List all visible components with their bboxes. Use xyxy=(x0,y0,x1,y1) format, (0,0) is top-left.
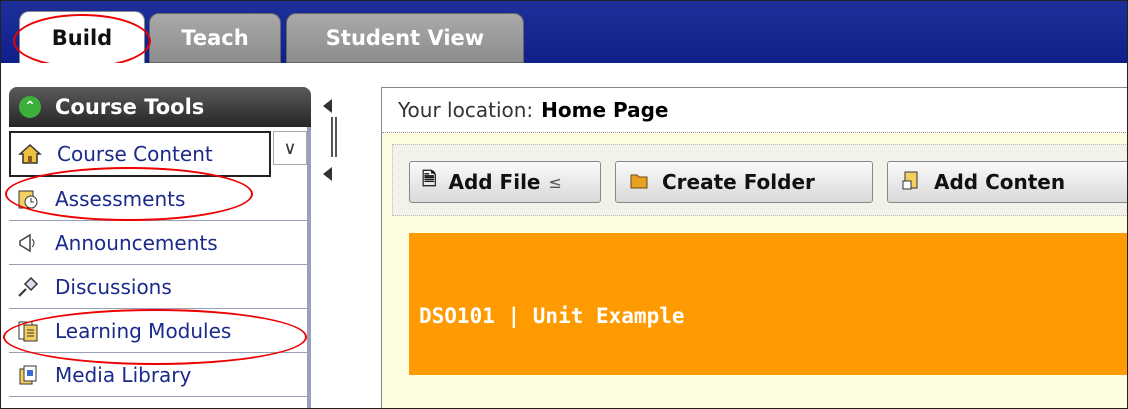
add-file-button[interactable]: 🗎 Add File ≤ xyxy=(409,161,601,203)
sidebar-item-media-library[interactable]: Media Library xyxy=(9,353,311,397)
pin-icon xyxy=(15,274,41,300)
course-banner: DSO101 | Unit Example xyxy=(409,233,1127,375)
sidebar-item-label: Learning Modules xyxy=(55,318,232,343)
megaphone-icon xyxy=(15,230,41,256)
sidebar-item-announcements[interactable]: Announcements xyxy=(9,221,311,265)
dropdown-icon: ≤ xyxy=(548,172,562,192)
banner-title: DSO101 | Unit Example xyxy=(419,304,685,328)
add-content-icon xyxy=(900,169,922,196)
location-value: Home Page xyxy=(541,98,669,122)
breadcrumb: Your location: Home Page xyxy=(382,88,1127,133)
sidebar-item-label: Discussions xyxy=(55,274,172,299)
collapse-left-icon[interactable] xyxy=(323,99,332,113)
sidebar-edge xyxy=(307,127,311,408)
create-folder-button[interactable]: Create Folder xyxy=(615,161,873,203)
add-content-button[interactable]: Add Conten xyxy=(887,161,1127,203)
add-content-label: Add Conten xyxy=(934,170,1066,194)
modules-icon xyxy=(15,318,41,344)
sidebar-item-label: Media Library xyxy=(55,362,192,387)
top-tab-bar: Build Teach Student View xyxy=(1,1,1127,68)
course-tools-sidebar: ⌃ Course Tools Course Content ∨ Assessme… xyxy=(3,87,311,408)
tab-teach[interactable]: Teach xyxy=(149,13,281,63)
collapse-up-icon[interactable]: ⌃ xyxy=(19,96,41,118)
media-icon xyxy=(15,362,41,388)
tab-underline xyxy=(1,63,1127,83)
sidebar-item-discussions[interactable]: Discussions xyxy=(9,265,311,309)
sidebar-item-assessments[interactable]: Assessments xyxy=(9,177,311,221)
app-window: Build Teach Student View ⌃ Course Tools … xyxy=(0,0,1128,409)
home-icon xyxy=(17,141,43,167)
add-file-label: Add File xyxy=(448,170,541,194)
create-folder-label: Create Folder xyxy=(662,170,815,194)
folder-icon xyxy=(628,169,650,196)
location-label: Your location: xyxy=(398,98,534,122)
assessment-icon xyxy=(15,186,41,212)
sidebar-item-label: Assessments xyxy=(55,186,186,211)
course-tools-header[interactable]: ⌃ Course Tools xyxy=(9,87,311,127)
double-chevron-down-icon: ∨ xyxy=(283,137,297,159)
sidebar-item-learning-modules[interactable]: Learning Modules xyxy=(9,309,311,353)
course-tools-title: Course Tools xyxy=(55,95,205,119)
content-area: Your location: Home Page 🗎 Add File ≤ Cr… xyxy=(381,87,1127,408)
sidebar-item-label: Course Content xyxy=(57,142,213,166)
tab-student-view[interactable]: Student View xyxy=(286,13,524,63)
sidebar-item-course-content[interactable]: Course Content xyxy=(9,131,271,177)
tab-build[interactable]: Build xyxy=(19,11,145,63)
content-toolbar: 🗎 Add File ≤ Create Folder Add Conten xyxy=(392,144,1127,216)
file-icon: 🗎 xyxy=(422,169,437,190)
expand-chevron-button[interactable]: ∨ xyxy=(273,131,307,165)
resize-handle[interactable] xyxy=(331,117,337,157)
sidebar-item-label: Announcements xyxy=(55,230,218,255)
collapse-left-icon[interactable] xyxy=(323,167,332,181)
sidebar-divider xyxy=(319,95,343,195)
